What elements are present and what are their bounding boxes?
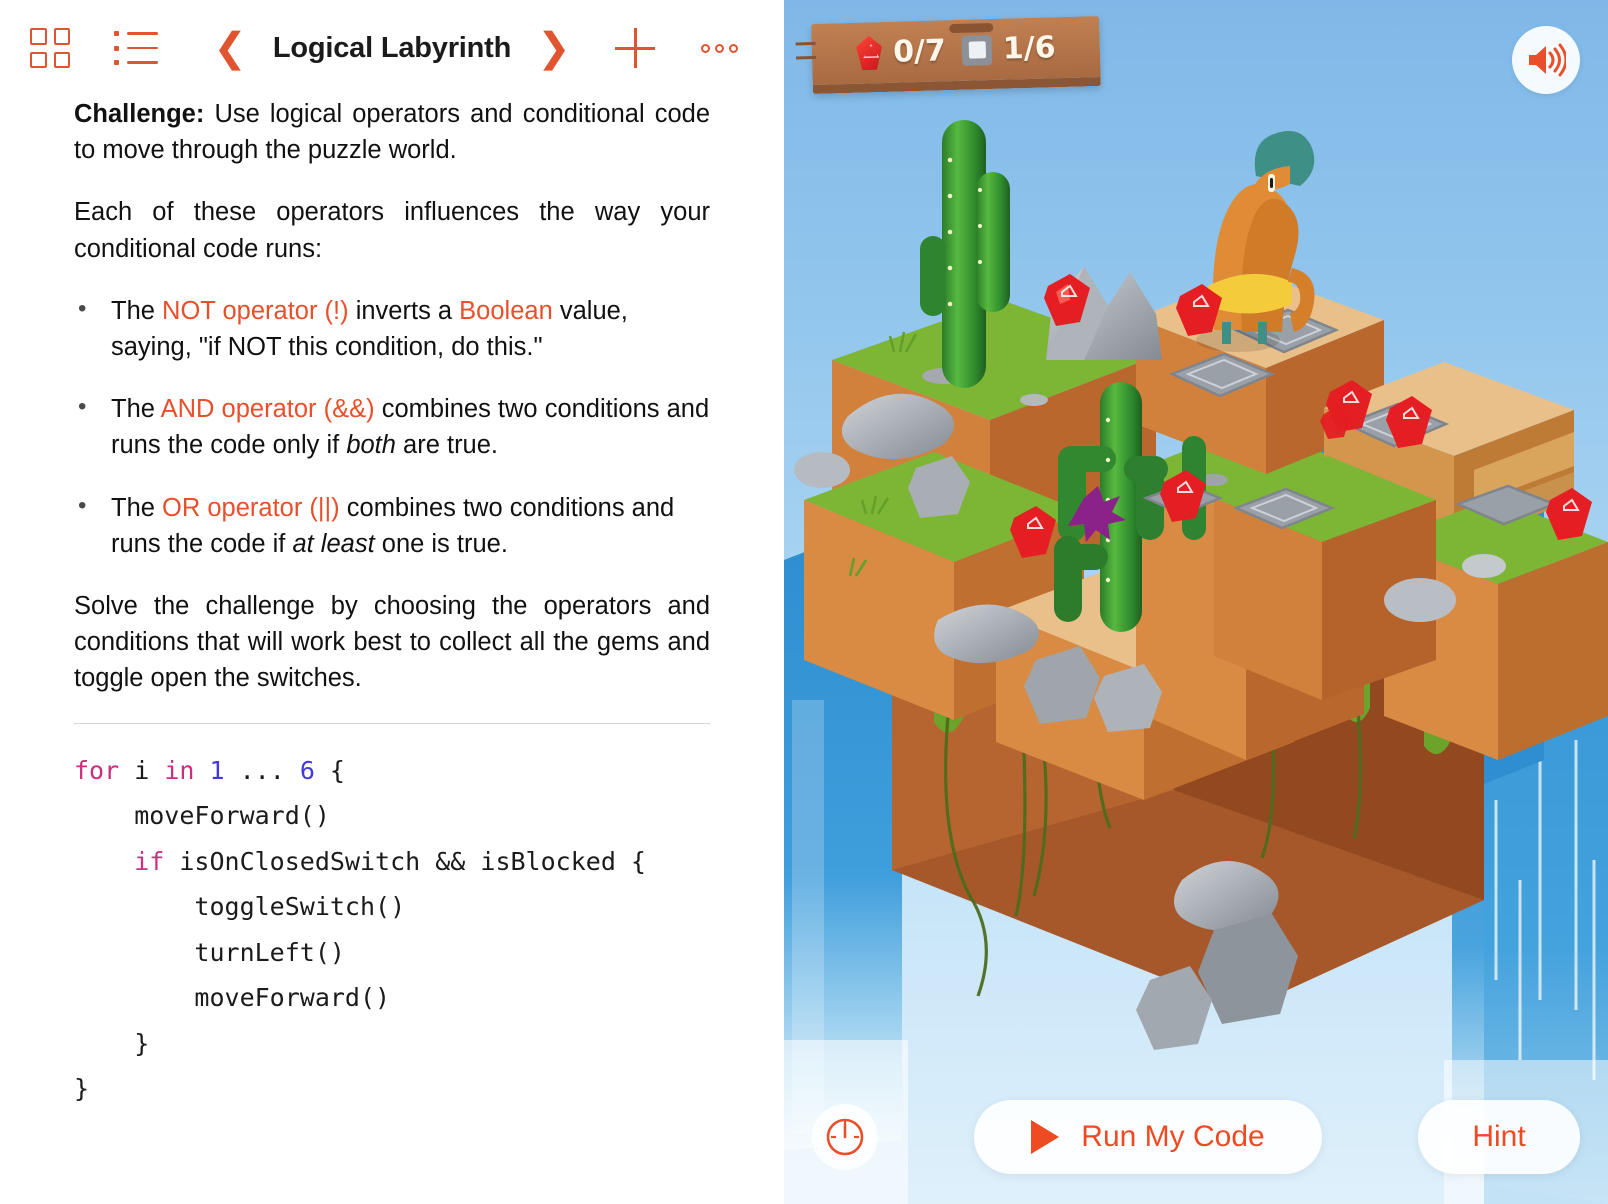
gem-counter: 0/7: [856, 33, 947, 71]
code-line[interactable]: if isOnClosedSwitch && isBlocked {: [74, 839, 710, 885]
code-token: {: [314, 755, 345, 785]
op-name2: Boolean: [459, 296, 553, 325]
switch-count: 1/6: [1002, 30, 1057, 67]
hud-progress-sign: 0/7 1/6: [811, 15, 1101, 95]
op-name: NOT operator (!): [162, 296, 349, 325]
sound-toggle-button[interactable]: [1512, 26, 1580, 94]
play-triangle-icon: [1031, 1120, 1060, 1154]
code-line[interactable]: turnLeft(): [74, 930, 710, 976]
page-title: Logical Labyrinth: [272, 31, 512, 64]
code-line[interactable]: toggleSwitch(): [74, 884, 710, 930]
switch-tile-icon: [961, 34, 993, 66]
toolbar: ❮ Logical Labyrinth ❯: [0, 0, 784, 96]
switch-counter: 1/6: [961, 30, 1056, 68]
code-line[interactable]: moveForward(): [74, 793, 710, 839]
code-line[interactable]: }: [74, 1066, 710, 1112]
code-token: moveForward(): [74, 983, 391, 1013]
run-my-code-button[interactable]: Run My Code: [974, 1100, 1322, 1174]
run-button-label: Run My Code: [1081, 1120, 1265, 1153]
op-name: OR operator (||): [162, 493, 340, 522]
more-options-icon[interactable]: [701, 43, 738, 53]
list-item: The AND operator (&&) combines two condi…: [74, 390, 710, 463]
code-token: in: [164, 755, 195, 785]
code-token: if: [134, 846, 165, 876]
code-token: 6: [299, 755, 315, 785]
list-view-icon[interactable]: [114, 31, 158, 65]
game-pane: 0/7 1/6 Run My Code Hint: [784, 0, 1608, 1204]
speed-settings-button[interactable]: [812, 1104, 878, 1170]
op-pre: The: [111, 296, 163, 325]
code-token: i: [119, 755, 165, 785]
op-name: AND operator (&&): [160, 395, 375, 424]
op-mid: inverts a: [348, 296, 460, 325]
challenge-paragraph: Challenge: Use logical operators and con…: [74, 96, 710, 168]
puzzle-world-scene[interactable]: [784, 0, 1608, 1204]
code-token: }: [74, 1074, 90, 1104]
operator-list: The NOT operator (!) inverts a Boolean v…: [74, 292, 710, 562]
op-post: one is true.: [374, 529, 508, 558]
gem-icon: [856, 36, 883, 71]
code-token: toggleSwitch(): [74, 892, 406, 922]
speaker-on-icon: [1529, 43, 1566, 77]
hint-button[interactable]: Hint: [1418, 1100, 1580, 1174]
code-line[interactable]: for i in 1 ... 6 {: [74, 748, 710, 794]
list-item: The NOT operator (!) inverts a Boolean v…: [74, 292, 710, 365]
gem-count: 0/7: [892, 33, 947, 70]
code-token: }: [74, 1028, 150, 1058]
chevron-right-icon[interactable]: ❯: [537, 28, 571, 68]
grid-view-icon[interactable]: [30, 28, 70, 68]
op-emphasis: both: [346, 431, 396, 460]
code-line[interactable]: }: [74, 1021, 710, 1067]
code-token: isOnClosedSwitch && isBlocked {: [164, 846, 646, 876]
terrain-block-mid-right: [1214, 456, 1436, 700]
op-emphasis: at least: [292, 529, 375, 558]
chevron-left-icon[interactable]: ❮: [213, 28, 247, 68]
op-pre: The: [111, 395, 161, 424]
speed-gauge-icon: [826, 1118, 864, 1156]
solve-paragraph: Solve the challenge by choosing the oper…: [74, 592, 710, 693]
code-token: ...: [224, 755, 300, 785]
code-line[interactable]: moveForward(): [74, 975, 710, 1021]
toolbar-right-group: [615, 28, 760, 68]
code-token: 1: [209, 755, 225, 785]
code-token: for: [74, 755, 120, 785]
op-pre: The: [111, 493, 163, 522]
code-editor[interactable]: for i in 1 ... 6 { moveForward() if isOn…: [74, 748, 710, 1112]
plus-icon[interactable]: [615, 28, 655, 68]
op-post: are true.: [395, 431, 499, 460]
hint-button-label: Hint: [1472, 1120, 1526, 1153]
game-controls-bar: Run My Code Hint: [784, 1100, 1608, 1174]
challenge-label: Challenge:: [74, 100, 205, 128]
code-token: turnLeft(): [74, 937, 345, 967]
content-divider: [74, 722, 710, 724]
list-item: The OR operator (||) combines two condit…: [74, 489, 710, 562]
lesson-content: Challenge: Use logical operators and con…: [0, 96, 784, 1112]
document-pane: ❮ Logical Labyrinth ❯ Challenge: Use log…: [0, 0, 784, 1204]
code-token: moveForward(): [74, 801, 330, 831]
intro-paragraph: Each of these operators influences the w…: [74, 198, 710, 263]
